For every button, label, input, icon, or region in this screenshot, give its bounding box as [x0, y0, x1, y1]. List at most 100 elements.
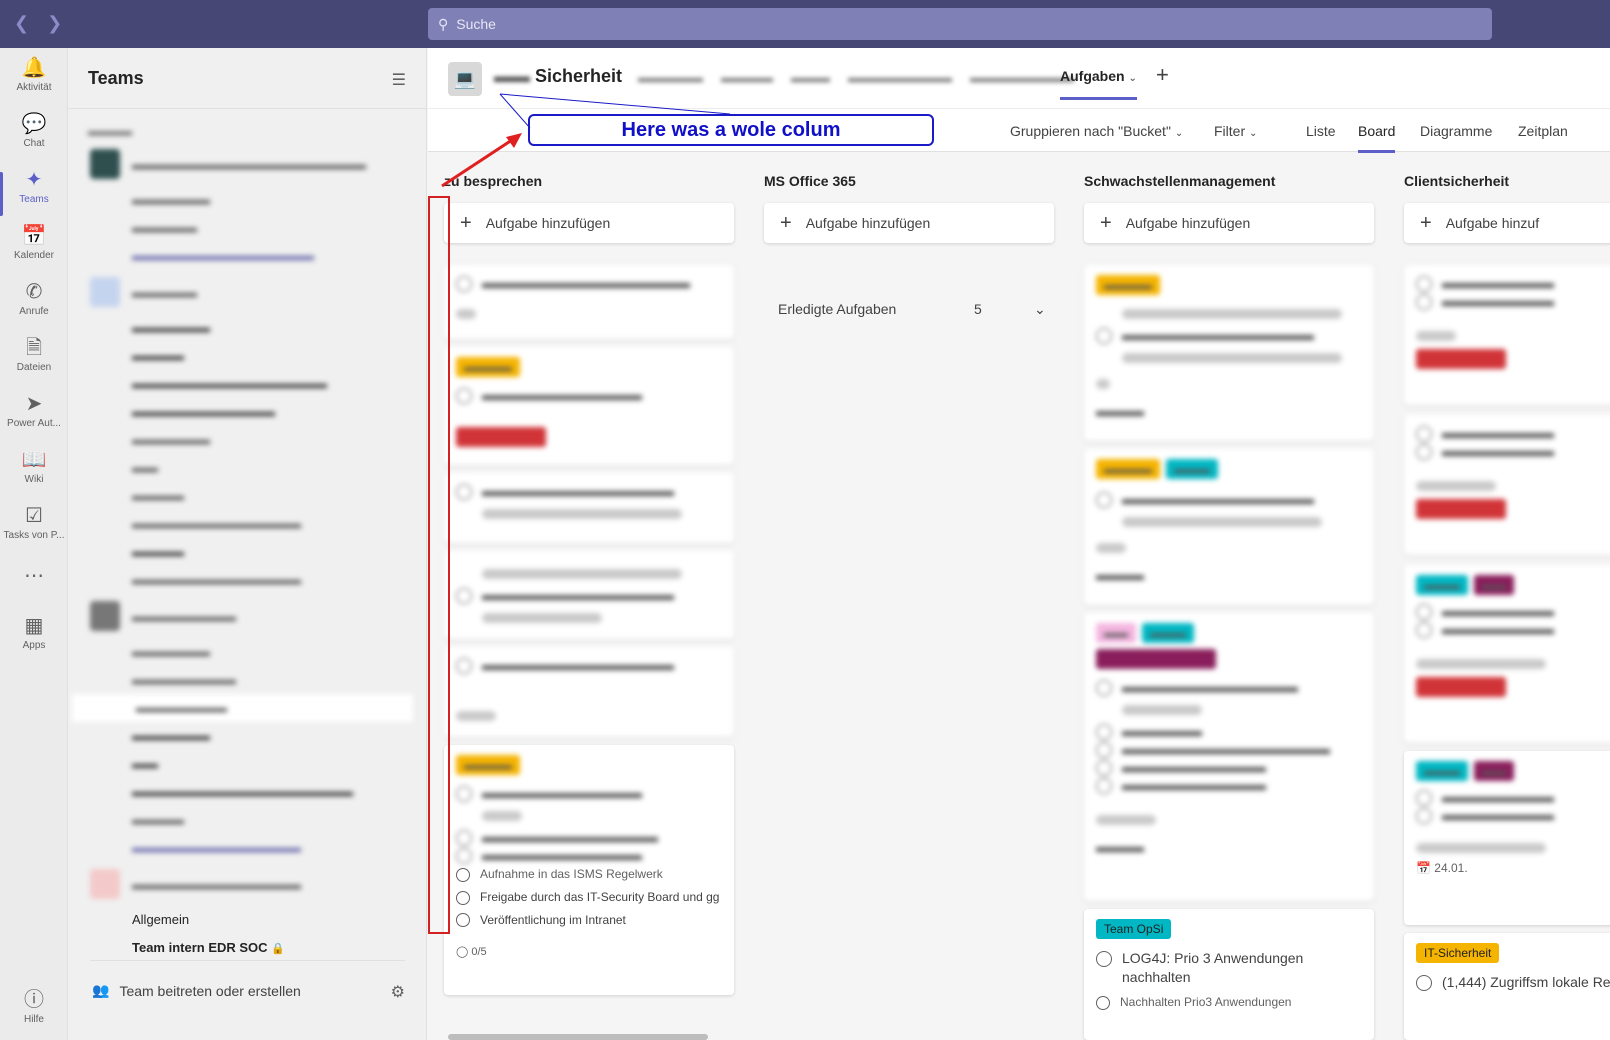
checklist-checkbox[interactable]	[1096, 995, 1110, 1010]
channel-item[interactable]: ▬▬▬▬▬▬▬▬▬▬▬▬▬	[68, 566, 427, 594]
task-card[interactable]: ▬▬▬▬▬▬▬▬▬▬▬▬▬▬	[1404, 415, 1610, 555]
task-card[interactable]: ▬▬▬▬▬▬▬▬▬▬▬▬▬	[444, 265, 734, 339]
chevron-down-icon: ⌄	[1249, 128, 1258, 139]
task-card[interactable]: ▬▬▬▬▬▬▬▬▬▬▬▬	[444, 647, 734, 737]
forward-arrow-icon[interactable]: ❯	[47, 13, 62, 34]
bucket-title: MS Office 365	[764, 173, 856, 189]
rail-help[interactable]: ⓘ Hilfe	[0, 988, 68, 1040]
checklist-checkbox[interactable]	[456, 890, 470, 905]
teams-tree: ▬▬▬▬ ▬▬▬▬▬▬▬▬▬▬▬▬▬▬▬▬▬▬ ▬▬▬▬▬▬ ▬▬▬▬▬ ▬▬▬…	[68, 122, 427, 962]
channel-item[interactable]: ▬▬	[68, 750, 427, 778]
checklist-checkbox[interactable]	[456, 913, 470, 928]
team-item[interactable]: ▬▬▬▬▬▬▬▬	[68, 594, 427, 638]
divider	[68, 108, 427, 109]
channel-item[interactable]: ▬▬▬▬	[68, 342, 427, 370]
task-card[interactable]: ▬▬▬▬▬▬▬▬▬▬▬▬▬▬▬▬▬▬▬	[1084, 265, 1374, 441]
add-task-button[interactable]: + Aufgabe hinzufügen	[1084, 203, 1374, 243]
complete-checkbox[interactable]	[1416, 975, 1432, 991]
rail-teams[interactable]: ✦ Teams	[0, 168, 68, 220]
add-task-button[interactable]: + Aufgabe hinzufügen	[764, 203, 1054, 243]
team-item[interactable]: ▬▬▬▬▬	[68, 270, 427, 314]
rail-more[interactable]: ⋯	[0, 564, 68, 594]
add-task-button[interactable]: + Aufgabe hinzufügen	[444, 203, 734, 243]
channel-item[interactable]: ▬▬▬▬▬▬▬▬▬▬▬▬▬	[68, 510, 427, 538]
search-placeholder: Suche	[456, 16, 496, 32]
channel-item[interactable]: ▬▬	[68, 454, 427, 482]
group-by-dropdown[interactable]: Gruppieren nach "Bucket" ⌄	[1010, 123, 1183, 139]
channel-item[interactable]: ▬▬▬▬▬▬▬▬▬▬▬▬▬▬▬▬▬	[68, 778, 427, 806]
rail-power-automate[interactable]: ➤ Power Aut...	[0, 392, 68, 444]
channel-item-team-intern[interactable]: Team intern EDR SOC 🔒	[68, 934, 427, 962]
plus-icon: +	[460, 211, 472, 234]
bucket-column: MS Office 365 + Aufgabe hinzufügen Erledi…	[764, 153, 1054, 1040]
channel-item[interactable]: ▬▬▬▬▬	[68, 214, 427, 242]
view-schedule[interactable]: Zeitplan	[1518, 123, 1568, 139]
channel-title: ▬▬ Sicherheit	[494, 66, 623, 86]
rail-apps[interactable]: ▦ Apps	[0, 614, 68, 666]
channel-item[interactable]: ▬▬▬▬▬▬	[68, 186, 427, 214]
task-card[interactable]: ▬▬▬ ▬▬ ▬▬▬▬▬▬▬ ▬▬▬▬▬▬▬ 📅 24.01.	[1404, 751, 1610, 925]
filter-dropdown[interactable]: Filter ⌄	[1214, 123, 1257, 139]
task-card[interactable]: IT-Sicherheit (1,444) Zugriffsm lokale R…	[1404, 933, 1610, 1040]
channel-item[interactable]: ▬▬▬▬	[68, 806, 427, 834]
view-charts[interactable]: Diagramme	[1420, 123, 1492, 139]
channel-item[interactable]: ▬▬▬▬	[68, 482, 427, 510]
task-card[interactable]: ▬▬▬▬▬▬▬▬▬▬▬▬	[444, 473, 734, 543]
channel-item-selected[interactable]: ▬▬▬▬▬▬▬	[72, 694, 413, 722]
task-card[interactable]: ▬▬▬▬▬▬▬▬▬▬▬▬	[444, 551, 734, 639]
task-card[interactable]: Team OpSi LOG4J: Prio 3 Anwendungen nach…	[1084, 909, 1374, 1040]
gear-icon[interactable]: ⚙	[391, 982, 405, 1002]
bucket-title: zu besprechen	[444, 173, 543, 189]
horizontal-scrollbar[interactable]	[448, 1034, 708, 1040]
filter-icon[interactable]: ☰	[392, 70, 406, 90]
tab-aufgaben[interactable]: Aufgaben ⌄	[1060, 68, 1137, 100]
channel-item[interactable]: ▬▬▬▬▬▬	[68, 426, 427, 454]
nav-arrows: ❮ ❯	[14, 13, 62, 34]
channel-item[interactable]: ▬▬▬▬▬▬▬▬▬▬▬▬▬▬▬	[68, 370, 427, 398]
tab-redacted[interactable]: ▬▬▬	[791, 70, 830, 85]
channel-item[interactable]: ▬▬▬▬▬▬▬▬	[68, 666, 427, 694]
completed-tasks-toggle[interactable]: Erledigte Aufgaben 5 ⌄	[778, 301, 1046, 317]
rail-activity[interactable]: 🔔 Aktivität	[0, 56, 68, 108]
rail-calls[interactable]: ✆ Anrufe	[0, 280, 68, 332]
rail-wiki[interactable]: 📖 Wiki	[0, 448, 68, 500]
search-input[interactable]: ⚲ Suche	[428, 8, 1492, 40]
channel-header: 💻 ▬▬ Sicherheit ▬▬▬▬▬ ▬▬▬▬ ▬▬▬ ▬▬▬▬▬▬▬▬ …	[428, 48, 1610, 108]
plus-icon: +	[1100, 211, 1112, 234]
task-card[interactable]: ▬▬▬▬ ▬▬▬▬▬▬▬▬▬▬ ▬▬▬▬▬▬▬▬▬▬▬ ▬▬▬▬▬▬▬▬▬▬ Aufn…	[444, 745, 734, 995]
channel-item[interactable]: ▬▬▬▬▬▬▬▬▬▬▬▬▬▬	[68, 242, 427, 270]
channel-item[interactable]: ▬▬▬▬▬▬	[68, 638, 427, 666]
add-tab-button[interactable]: +	[1156, 62, 1169, 88]
channel-item[interactable]: ▬▬▬▬▬▬	[68, 314, 427, 342]
view-list[interactable]: Liste	[1306, 123, 1336, 139]
rail-files[interactable]: 🗎 Dateien	[0, 336, 68, 388]
team-item[interactable]: ▬▬▬▬▬▬▬▬▬▬▬▬▬	[68, 862, 427, 906]
task-card[interactable]: ▬▬▬▬ ▬▬▬ ▬▬▬▬▬▬▬▬▬▬▬▬ ▬▬▬	[1084, 449, 1374, 605]
team-item[interactable]: ▬▬▬▬▬▬▬▬▬▬▬▬▬▬▬▬▬▬	[68, 142, 427, 186]
view-board[interactable]: Board	[1358, 123, 1396, 153]
channel-item[interactable]: ▬▬▬▬▬▬▬▬▬▬▬	[68, 398, 427, 426]
divider	[90, 960, 405, 961]
tab-redacted[interactable]: ▬▬▬▬	[721, 70, 773, 85]
task-tag: IT-Sicherheit	[1416, 943, 1500, 963]
back-arrow-icon[interactable]: ❮	[14, 13, 29, 34]
complete-checkbox[interactable]	[1096, 951, 1112, 967]
task-card[interactable]: ▬▬▬▬▬▬▬▬▬▬▬▬▬▬	[1404, 265, 1610, 405]
task-card[interactable]: ▬▬▬▬▬▬▬▬▬▬▬▬▬▬▬▬▬▬▬	[1404, 565, 1610, 743]
join-team-button[interactable]: 👥 Team beitreten oder erstellen	[92, 982, 301, 999]
rail-calendar[interactable]: 📅 Kalender	[0, 224, 68, 276]
channel-item[interactable]: ▬▬▬▬▬▬▬▬▬▬▬▬▬	[68, 834, 427, 862]
tab-redacted[interactable]: ▬▬▬▬▬	[638, 70, 703, 85]
channel-item[interactable]: ▬▬▬▬	[68, 538, 427, 566]
tab-redacted[interactable]: ▬▬▬▬▬▬▬▬	[848, 70, 952, 85]
bucket-title: Clientsicherheit	[1404, 173, 1510, 189]
channel-item-general[interactable]: Allgemein	[68, 906, 427, 934]
task-card[interactable]: ▬▬ ▬▬▬ ▬▬▬▬▬▬▬▬▬▬▬ ▬▬▬▬▬ ▬▬▬▬▬▬▬▬▬▬▬▬▬ ▬▬▬▬▬…	[1084, 613, 1374, 901]
channel-item[interactable]: ▬▬▬▬▬▬	[68, 722, 427, 750]
wiki-icon: 📖	[21, 449, 47, 471]
task-card[interactable]: ▬▬▬▬▬▬▬▬▬▬▬▬▬▬	[444, 347, 734, 465]
rail-chat[interactable]: 💬 Chat	[0, 112, 68, 164]
add-task-button[interactable]: + Aufgabe hinzuf	[1404, 203, 1610, 243]
rail-tasks[interactable]: ☑ Tasks von P...	[0, 504, 68, 556]
tab-redacted[interactable]: ▬▬▬▬▬▬▬▬	[970, 70, 1074, 85]
